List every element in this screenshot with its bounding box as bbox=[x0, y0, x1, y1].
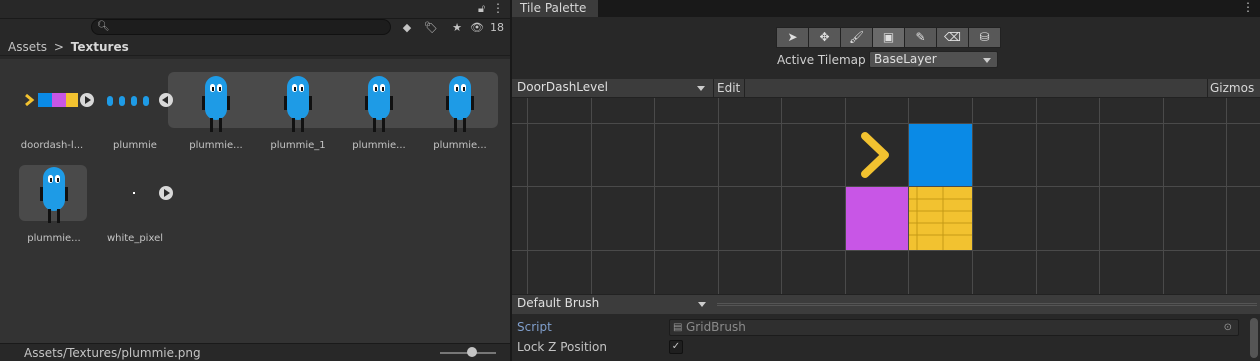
filter-by-type-icon[interactable]: ◆ bbox=[396, 19, 418, 36]
filter-by-label-icon[interactable]: 🏷︎ bbox=[420, 19, 442, 36]
splitter-handle[interactable] bbox=[717, 303, 1257, 306]
asset-label: plummie... bbox=[433, 140, 487, 151]
script-label: Script bbox=[517, 320, 552, 334]
tab-tile-palette[interactable]: Tile Palette bbox=[512, 0, 598, 17]
brush-bar: Default Brush bbox=[512, 294, 1260, 314]
brush-dropdown[interactable]: Default Brush bbox=[513, 296, 712, 313]
asset-label: plummie_1 bbox=[270, 140, 326, 151]
plummie-sprite-icon bbox=[283, 76, 313, 132]
asset-label: white_pixel bbox=[106, 233, 164, 244]
asset-grid: doordash-l... plummie plummie... plummie… bbox=[0, 59, 510, 343]
active-tilemap-value: BaseLayer bbox=[874, 52, 937, 66]
plummie-sprite-icon bbox=[364, 76, 394, 132]
box-fill-icon[interactable]: ▣ bbox=[872, 27, 905, 48]
tile-palette-window: Tile Palette ⋮ ➤ ✥ 🖌︎ ▣ ✎ ⌫ ⛁ Active Til… bbox=[512, 0, 1260, 361]
asset-white-pixel[interactable]: white_pixel bbox=[95, 157, 175, 247]
doordash-strip-thumbnail bbox=[25, 93, 78, 107]
active-tilemap-label: Active Tilemap bbox=[777, 53, 866, 67]
divider bbox=[744, 79, 745, 98]
select-arrow-icon[interactable]: ➤ bbox=[776, 27, 809, 48]
fill-bucket-icon[interactable]: ⛁ bbox=[968, 27, 1001, 48]
asset-plummie-sheet[interactable]: plummie bbox=[95, 64, 175, 154]
breadcrumb-assets[interactable]: Assets bbox=[8, 40, 47, 54]
paint-brush-icon[interactable]: 🖌︎ bbox=[840, 27, 873, 48]
palette-name: DoorDashLevel bbox=[517, 80, 608, 94]
asset-label: doordash-l... bbox=[20, 140, 84, 151]
project-window: 🔓︎ ⋮ 🔍︎ ◆ 🏷︎ ★ 👁︎ 18 Assets > Textures d bbox=[0, 0, 510, 361]
project-toolbar: 🔍︎ ◆ 🏷︎ ★ 👁︎ 18 bbox=[0, 19, 510, 37]
purple-tile[interactable] bbox=[846, 187, 908, 250]
asset-label: plummie... bbox=[27, 233, 81, 244]
object-picker-icon[interactable]: ⊙ bbox=[1224, 320, 1232, 335]
palette-dropdown[interactable]: DoorDashLevel bbox=[513, 80, 711, 97]
chevron-down-icon bbox=[698, 302, 706, 307]
expand-play-icon[interactable] bbox=[159, 186, 173, 200]
plummie-sprite-icon bbox=[445, 76, 475, 132]
breadcrumb-separator: > bbox=[53, 40, 64, 54]
search-icon: 🔍︎ bbox=[97, 21, 110, 32]
expand-play-icon[interactable] bbox=[80, 93, 94, 107]
plummie-sprite-icon bbox=[201, 76, 231, 132]
plummie-sprite-icon bbox=[39, 167, 69, 223]
edit-button[interactable]: Edit bbox=[717, 79, 740, 98]
palette-bar: DoorDashLevel Edit Gizmos bbox=[512, 79, 1260, 98]
asset-plummie-3[interactable]: plummie... bbox=[420, 64, 500, 154]
inspector-scrollbar[interactable] bbox=[1250, 318, 1258, 358]
script-value: GridBrush bbox=[686, 320, 746, 334]
lock-icon[interactable]: 🔓︎ bbox=[478, 2, 488, 15]
breadcrumb: Assets > Textures bbox=[0, 38, 510, 56]
asset-label: plummie bbox=[113, 140, 157, 151]
chevron-down-icon bbox=[983, 58, 991, 63]
divider bbox=[1207, 79, 1208, 98]
asset-label: plummie... bbox=[352, 140, 406, 151]
blue-tile[interactable] bbox=[909, 124, 972, 186]
script-field[interactable]: ▤ GridBrush ⊙ bbox=[669, 319, 1239, 336]
hidden-count: 18 bbox=[490, 21, 504, 34]
selected-asset-path: Assets/Textures/plummie.png bbox=[24, 346, 201, 360]
eraser-icon[interactable]: ⌫ bbox=[936, 27, 969, 48]
move-icon[interactable]: ✥ bbox=[808, 27, 841, 48]
chevron-down-icon bbox=[697, 86, 705, 91]
chevron-tile[interactable] bbox=[857, 128, 897, 182]
divider bbox=[713, 79, 714, 98]
more-menu-icon[interactable]: ⋮ bbox=[492, 1, 504, 15]
asset-plummie-selected[interactable]: plummie... bbox=[14, 157, 94, 247]
favorite-star-icon[interactable]: ★ bbox=[446, 19, 468, 36]
asset-plummie-0[interactable]: plummie... bbox=[176, 64, 256, 154]
lock-z-label: Lock Z Position bbox=[517, 340, 607, 354]
more-menu-icon[interactable]: ⋮ bbox=[1242, 0, 1254, 14]
search-input[interactable]: 🔍︎ bbox=[91, 19, 391, 35]
gizmos-button[interactable]: Gizmos bbox=[1210, 79, 1254, 98]
asset-label: plummie... bbox=[189, 140, 243, 151]
project-header: 🔓︎ ⋮ bbox=[0, 0, 510, 19]
picker-icon[interactable]: ✎ bbox=[904, 27, 937, 48]
asset-doordash-level[interactable]: doordash-l... bbox=[12, 64, 94, 154]
collapse-back-icon[interactable] bbox=[159, 93, 173, 107]
plummie-sheet-thumbnail bbox=[107, 96, 149, 106]
breadcrumb-textures[interactable]: Textures bbox=[71, 40, 129, 54]
asset-plummie-1[interactable]: plummie_1 bbox=[258, 64, 338, 154]
script-file-icon: ▤ bbox=[673, 322, 683, 333]
asset-plummie-2[interactable]: plummie... bbox=[339, 64, 419, 154]
active-tilemap-dropdown[interactable]: BaseLayer bbox=[869, 51, 998, 68]
lock-z-checkbox[interactable]: ✓ bbox=[669, 340, 683, 354]
white-pixel-thumbnail bbox=[133, 192, 135, 194]
brick-tile[interactable] bbox=[909, 187, 972, 250]
hidden-eye-icon[interactable]: 👁︎ bbox=[470, 19, 484, 36]
tile-palette-grid[interactable] bbox=[512, 98, 1260, 294]
tab-strip: Tile Palette ⋮ bbox=[512, 0, 1260, 17]
brush-inspector: Script ▤ GridBrush ⊙ Lock Z Position ✓ bbox=[512, 315, 1260, 361]
thumbnail-size-slider-handle[interactable] bbox=[467, 347, 477, 357]
brush-name: Default Brush bbox=[517, 296, 600, 310]
selected-path-bar: Assets/Textures/plummie.png bbox=[0, 343, 510, 361]
